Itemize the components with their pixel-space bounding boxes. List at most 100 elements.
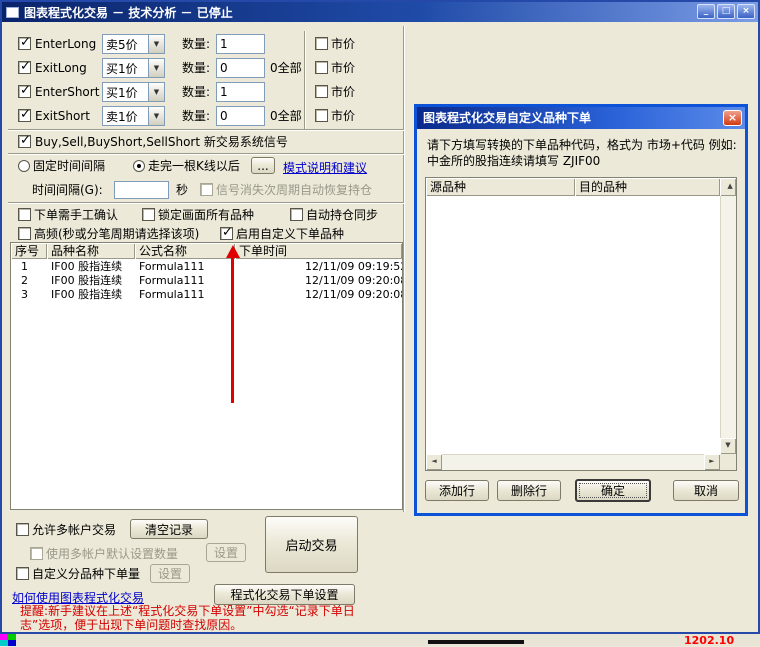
enterlong-checkbox[interactable] [18,37,31,50]
divider [304,31,306,129]
restore-position-checkbox[interactable] [200,183,213,196]
entershort-checkbox[interactable] [18,85,31,98]
qty-label: 数量: [182,57,210,79]
cell-formula: Formula111 [135,288,235,302]
delete-row-button[interactable]: 删除行 [497,480,561,501]
market-label: 市价 [331,33,355,55]
exitshort-qty-input[interactable] [216,106,265,126]
scroll-left-icon[interactable]: ◄ [426,454,442,470]
cell-time: 12/11/09 09:19:52 [235,260,402,274]
market-label: 市价 [331,57,355,79]
enterlong-qty-input[interactable] [216,34,265,54]
multi-default-qty-label: 使用多帐户默认设置数量 [46,543,178,565]
qty-label: 数量: [182,105,210,127]
chevron-down-icon[interactable]: ▼ [148,107,164,125]
exitshort-price-select[interactable]: 卖1价 ▼ [102,106,165,126]
interval-input[interactable] [114,181,169,199]
entershort-qty-input[interactable] [216,82,265,102]
entershort-price-select[interactable]: 买1价 ▼ [102,82,165,102]
maximize-button[interactable]: □ [717,4,735,19]
enterlong-label: EnterLong [35,33,96,55]
scroll-down-icon[interactable]: ▼ [720,438,736,454]
set-multi-qty-button[interactable]: 设置 [206,543,246,562]
exitshort-checkbox[interactable] [18,109,31,122]
qty-label: 数量: [182,81,210,103]
background-price-text: 1202.10 [684,634,734,647]
vertical-scrollbar[interactable]: ▼ [720,196,736,454]
high-freq-checkbox[interactable] [18,227,31,240]
divider [403,26,405,512]
price-value: 卖5价 [103,36,148,53]
cancel-button[interactable]: 取消 [673,480,739,501]
custom-symbol-checkbox[interactable] [220,227,233,240]
multi-default-qty-checkbox[interactable] [30,547,43,560]
scroll-right-icon[interactable]: ► [704,454,720,470]
exitlong-qty-input[interactable] [216,58,265,78]
minimize-button[interactable]: _ [697,4,715,19]
fixed-interval-label: 固定时间间隔 [33,155,105,177]
entry-row-exitshort: ExitShort 卖1价 ▼ 数量: 0全部 市价 [2,105,412,127]
main-titlebar[interactable]: 图表程式化交易 － 技术分析 － 已停止 _ □ × [2,2,758,22]
symbol-mapping-table: 源品种 目的品种 ▲ ▼ ◄ ► [425,177,737,471]
table-row[interactable]: 1 IF00 股指连续 Formula111 12/11/09 09:19:52 [11,260,402,274]
table-row[interactable]: 3 IF00 股指连续 Formula111 12/11/09 09:20:08 [11,288,402,302]
lock-all-checkbox[interactable] [142,208,155,221]
order-settings-button[interactable]: 程式化交易下单设置 [214,584,355,605]
table-row[interactable]: 2 IF00 股指连续 Formula111 12/11/09 09:20:08 [11,274,402,288]
restore-position-label: 信号消失次周期自动恢复持仓 [216,179,372,201]
signal-row: Buy,Sell,BuyShort,SellShort 新交易系统信号 [2,131,412,153]
entry-row-enterlong: EnterLong 卖5价 ▼ 数量: 市价 [2,33,412,55]
more-options-button[interactable]: ... [251,157,275,174]
start-trading-button[interactable]: 启动交易 [265,516,358,573]
set-per-symbol-button[interactable]: 设置 [150,564,190,583]
auto-sync-checkbox[interactable] [290,208,303,221]
mode-help-link[interactable]: 模式说明和建议 [283,159,367,176]
clear-records-button[interactable]: 清空记录 [130,519,208,539]
header-source-symbol: 源品种 [426,178,575,196]
dialog-titlebar[interactable]: 图表程式化交易自定义品种下单 [417,107,745,129]
exitlong-price-select[interactable]: 买1价 ▼ [102,58,165,78]
enterlong-price-select[interactable]: 卖5价 ▼ [102,34,165,54]
horizontal-scrollbar[interactable]: ◄ ► [426,454,736,470]
exitlong-checkbox[interactable] [18,61,31,74]
cell-symbol: IF00 股指连续 [47,274,135,288]
cell-symbol: IF00 股指连续 [47,288,135,302]
signal-label: Buy,Sell,BuyShort,SellShort 新交易系统信号 [35,131,288,153]
close-button[interactable]: × [737,4,755,19]
after-kline-radio[interactable] [133,160,145,172]
exitshort-market-checkbox[interactable] [315,109,328,122]
exitlong-market-checkbox[interactable] [315,61,328,74]
manual-confirm-checkbox[interactable] [18,208,31,221]
dialog-close-button[interactable]: × [723,110,742,126]
ok-button[interactable]: 确定 [575,479,651,502]
entershort-market-checkbox[interactable] [315,85,328,98]
pixel-artifact [8,640,16,646]
custom-per-symbol-checkbox[interactable] [16,567,29,580]
horizontal-scroll-track[interactable] [442,454,704,470]
dialog-instruction: 请下方填写转换的下单品种代码，格式为 市场+代码 例如:中金所的股指连续请填写 … [427,137,737,169]
market-label: 市价 [331,81,355,103]
enterlong-market-checkbox[interactable] [315,37,328,50]
close-all-hint: 0全部 [270,57,302,79]
cell-seq: 2 [11,274,47,288]
price-value: 卖1价 [103,108,148,125]
background-status-strip: 1202.10 [0,634,760,646]
scroll-up-icon[interactable]: ▲ [720,178,736,196]
cell-seq: 3 [11,288,47,302]
entry-row-entershort: EnterShort 买1价 ▼ 数量: 市价 [2,81,412,103]
custom-symbol-dialog: 图表程式化交易自定义品种下单 × 请下方填写转换的下单品种代码，格式为 市场+代… [414,104,748,516]
fixed-interval-radio[interactable] [18,160,30,172]
header-seq: 序号 [11,243,47,259]
add-row-button[interactable]: 添加行 [425,480,489,501]
chevron-down-icon[interactable]: ▼ [148,83,164,101]
multi-account-checkbox[interactable] [16,523,29,536]
cell-symbol: IF00 股指连续 [47,260,135,274]
custom-per-symbol-label: 自定义分品种下单量 [32,563,140,585]
header-target-symbol: 目的品种 [575,178,720,196]
chevron-down-icon[interactable]: ▼ [148,59,164,77]
screen: { "window": { "title": "图表程式化交易 － 技术分析 －… [0,0,760,646]
signal-checkbox[interactable] [18,135,31,148]
chevron-down-icon[interactable]: ▼ [148,35,164,53]
after-kline-label: 走完一根K线以后 [148,155,240,177]
timing-row: 固定时间间隔 走完一根K线以后 ... 模式说明和建议 [2,155,412,177]
